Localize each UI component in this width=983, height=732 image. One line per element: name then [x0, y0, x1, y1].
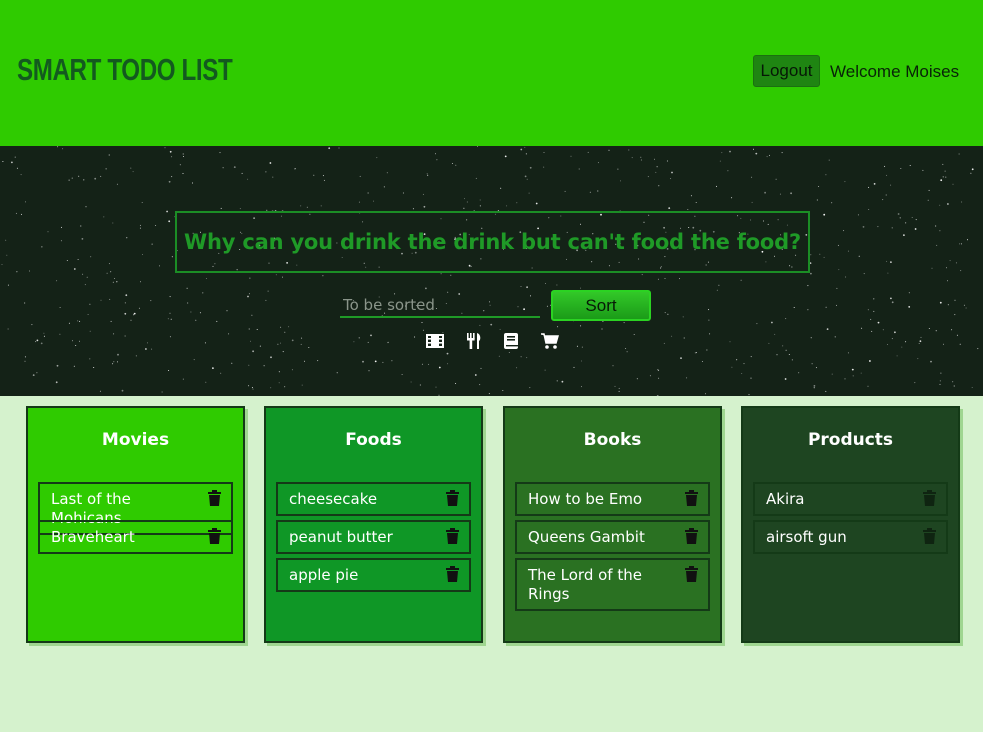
item-label: The Lord of the Rings	[528, 566, 642, 603]
item-label: apple pie	[289, 566, 359, 584]
trash-icon[interactable]	[208, 528, 221, 544]
column-foods: Foods cheesecake peanut butter apple pie	[264, 406, 483, 643]
sort-button[interactable]: Sort	[551, 290, 651, 321]
trash-icon[interactable]	[923, 490, 936, 506]
item-label: Queens Gambit	[528, 528, 645, 546]
shopping-cart-icon[interactable]	[541, 332, 559, 350]
list-item: Braveheart	[38, 520, 233, 554]
quote-box: Why can you drink the drink but can't fo…	[175, 211, 810, 273]
list-item: airsoft gun	[753, 520, 948, 554]
trash-icon[interactable]	[208, 490, 221, 506]
list-item: How to be Emo	[515, 482, 710, 516]
logout-button[interactable]: Logout	[753, 55, 820, 87]
trash-icon[interactable]	[685, 490, 698, 506]
item-label: Akira	[766, 490, 805, 508]
column-movies: Movies Last of the Mohicans Braveheart	[26, 406, 245, 643]
welcome-message: Welcome Moises	[830, 62, 960, 81]
column-title: Foods	[345, 430, 402, 450]
book-icon[interactable]	[502, 332, 520, 350]
quote-text: Why can you drink the drink but can't fo…	[184, 230, 801, 254]
list-item: apple pie	[276, 558, 471, 592]
list-item: cheesecake	[276, 482, 471, 516]
column-title: Books	[583, 430, 642, 450]
column-products: Products Akira airsoft gun	[741, 406, 960, 643]
list-item: Akira	[753, 482, 948, 516]
trash-icon[interactable]	[446, 528, 459, 544]
column-title: Movies	[101, 430, 170, 450]
item-label: cheesecake	[289, 490, 378, 508]
trash-icon[interactable]	[685, 528, 698, 544]
hero-banner: Why can you drink the drink but can't fo…	[0, 146, 983, 396]
trash-icon[interactable]	[685, 566, 698, 582]
top-navbar: SMART TODO LIST Logout Welcome Moises	[0, 0, 983, 146]
list-item: peanut butter	[276, 520, 471, 554]
trash-icon[interactable]	[446, 566, 459, 582]
category-board: Movies Last of the Mohicans Braveheart F…	[0, 396, 983, 732]
film-icon[interactable]	[426, 332, 444, 350]
item-label: airsoft gun	[766, 528, 847, 546]
list-item: The Lord of the Rings	[515, 558, 710, 611]
category-icon-bar	[426, 332, 566, 350]
column-title: Products	[807, 430, 894, 450]
item-label: How to be Emo	[528, 490, 643, 508]
trash-icon[interactable]	[923, 528, 936, 544]
column-books: Books How to be Emo Queens Gambit The Lo…	[503, 406, 722, 643]
list-item: Queens Gambit	[515, 520, 710, 554]
item-label: Braveheart	[51, 528, 135, 546]
trash-icon[interactable]	[446, 490, 459, 506]
item-label: peanut butter	[289, 528, 393, 546]
app-title: SMART TODO LIST	[17, 52, 233, 87]
utensils-icon[interactable]	[465, 332, 483, 350]
to-be-sorted-input[interactable]	[340, 294, 540, 318]
